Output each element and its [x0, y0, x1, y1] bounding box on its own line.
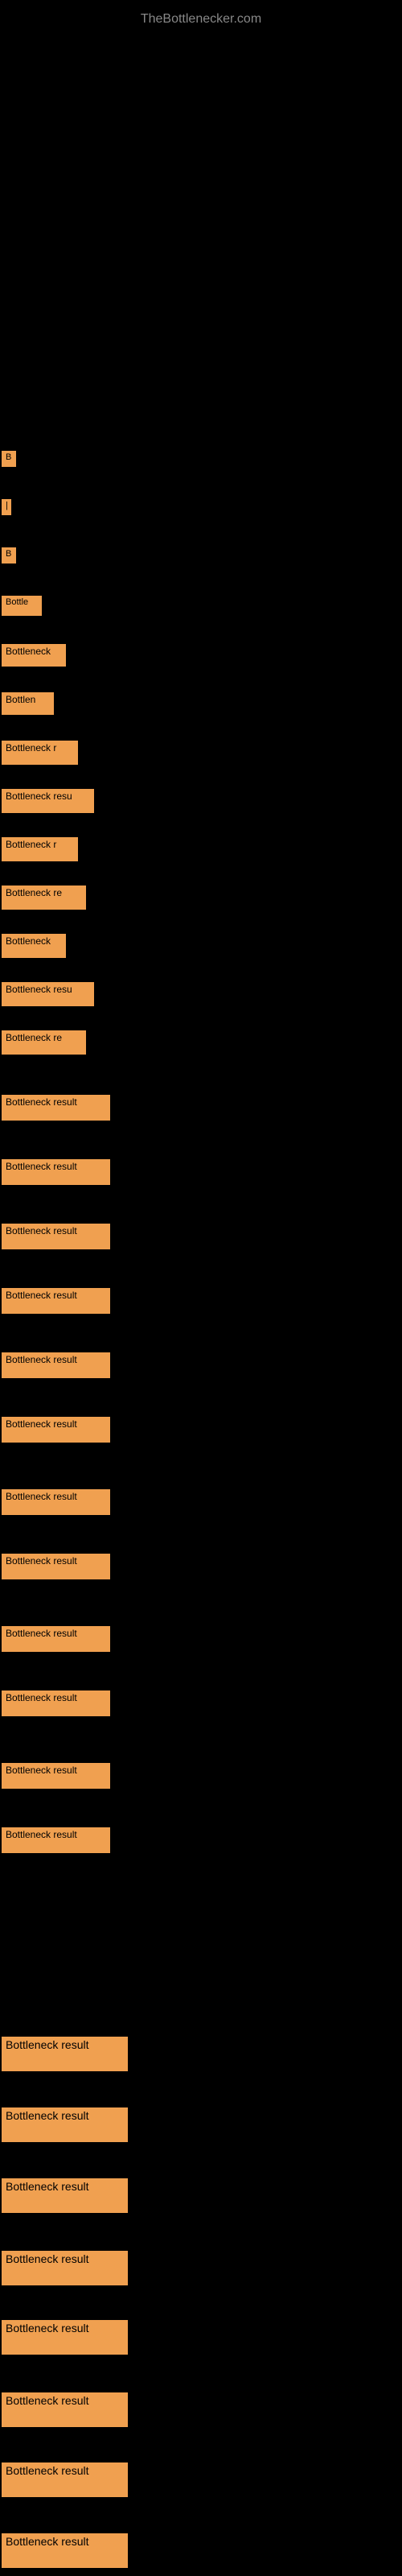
- bottleneck-result-item: Bottleneck result: [2, 2533, 128, 2568]
- bottleneck-result-item: Bottleneck result: [2, 1095, 110, 1121]
- bottleneck-result-item: Bottleneck result: [2, 1417, 110, 1443]
- bottleneck-result-item: Bottleneck result: [2, 2392, 128, 2427]
- bottleneck-result-item: Bottleneck result: [2, 1763, 110, 1789]
- bottleneck-result-item: Bottleneck result: [2, 2037, 128, 2071]
- bottleneck-result-item: Bottleneck result: [2, 2251, 128, 2285]
- bottleneck-result-item: Bottleneck result: [2, 1690, 110, 1716]
- bottleneck-result-item: Bottle: [2, 596, 42, 616]
- bottleneck-result-item: Bottleneck result: [2, 1626, 110, 1652]
- bottleneck-result-item: Bottleneck result: [2, 1288, 110, 1314]
- bottleneck-result-item: Bottleneck result: [2, 1159, 110, 1185]
- bottleneck-result-item: Bottleneck result: [2, 1489, 110, 1515]
- bottleneck-result-item: Bottleneck resu: [2, 982, 94, 1006]
- bottleneck-result-item: Bottleneck result: [2, 2320, 128, 2355]
- bottleneck-result-item: Bottleneck r: [2, 741, 78, 765]
- bottleneck-result-item: Bottleneck resu: [2, 789, 94, 813]
- bottleneck-result-item: B: [2, 451, 16, 467]
- bottleneck-result-item: Bottleneck re: [2, 886, 86, 910]
- bottleneck-result-item: Bottleneck re: [2, 1030, 86, 1055]
- bottleneck-result-item: Bottleneck result: [2, 2178, 128, 2213]
- bottleneck-result-item: Bottleneck result: [2, 1224, 110, 1249]
- bottleneck-result-item: Bottleneck: [2, 934, 66, 958]
- bottleneck-result-item: Bottleneck result: [2, 2462, 128, 2497]
- bottleneck-result-item: Bottlen: [2, 692, 54, 715]
- bottleneck-result-item: Bottleneck result: [2, 1352, 110, 1378]
- site-title: TheBottlenecker.com: [0, 4, 402, 35]
- bottleneck-result-item: |: [2, 499, 11, 515]
- bottleneck-result-item: Bottleneck: [2, 644, 66, 667]
- bottleneck-result-item: B: [2, 547, 16, 564]
- bottleneck-result-item: Bottleneck result: [2, 2107, 128, 2142]
- bottleneck-result-item: Bottleneck result: [2, 1554, 110, 1579]
- bottleneck-result-item: Bottleneck result: [2, 1827, 110, 1853]
- bottleneck-result-item: Bottleneck r: [2, 837, 78, 861]
